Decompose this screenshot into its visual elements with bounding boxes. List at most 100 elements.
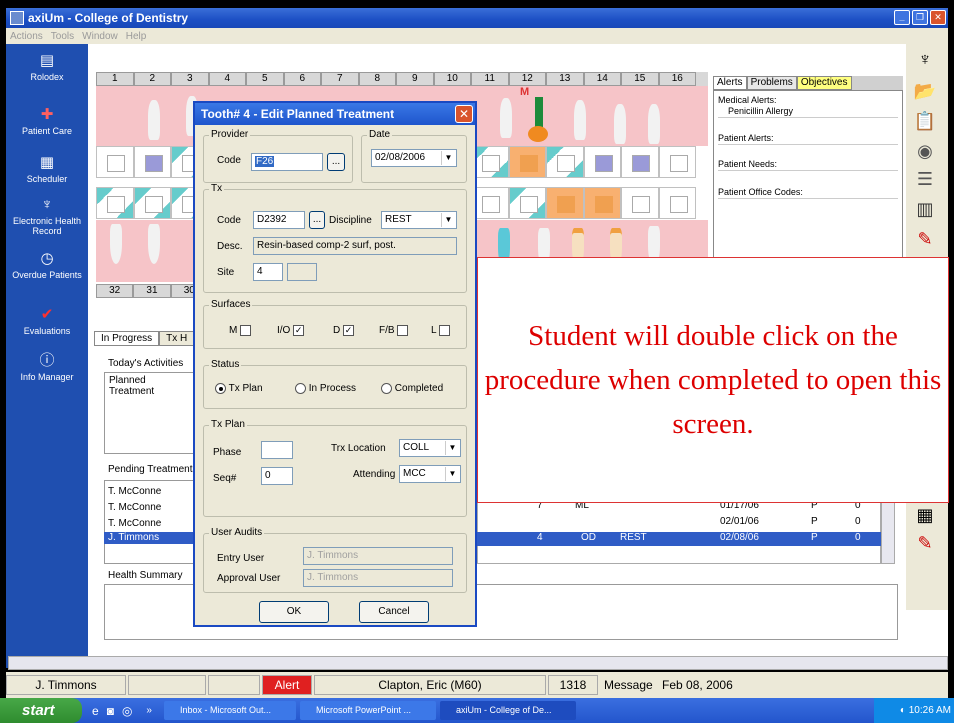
tooth-surface[interactable] xyxy=(658,187,696,219)
surface-io-checkbox[interactable]: I/O ✓ xyxy=(277,325,305,336)
tab-tx-history[interactable]: Tx H xyxy=(159,331,195,346)
tooth-number[interactable]: 2 xyxy=(133,72,171,86)
disc-icon[interactable]: ◉ xyxy=(910,138,940,164)
tooth-number[interactable]: 3 xyxy=(171,72,209,86)
task-outlook[interactable]: Inbox - Microsoft Out... xyxy=(163,701,296,720)
provider-lookup-button[interactable]: ... xyxy=(327,153,345,171)
tooth-image[interactable] xyxy=(614,104,626,144)
tab-problems[interactable]: Problems xyxy=(746,76,797,90)
tooth-number[interactable]: 15 xyxy=(621,72,659,86)
tooth-surface[interactable] xyxy=(96,146,134,178)
add-note-icon[interactable]: 📋 xyxy=(910,108,940,134)
tooth-number[interactable]: 8 xyxy=(358,72,396,86)
pending-row[interactable]: T. McConne xyxy=(108,518,198,530)
xray-icon[interactable]: ▥ xyxy=(910,196,940,222)
restore-button[interactable]: ❐ xyxy=(912,10,928,25)
nav-rolodex[interactable]: ▤ Rolodex xyxy=(6,52,88,82)
nav-patient-care[interactable]: ✚ Patient Care xyxy=(6,106,88,136)
tooth-number[interactable]: 5 xyxy=(246,72,284,86)
quick-launch-browser-icon[interactable]: ◎ xyxy=(122,704,132,718)
tooth-number[interactable]: 13 xyxy=(546,72,584,86)
close-window-button[interactable]: ✕ xyxy=(930,10,946,25)
tooth-image[interactable] xyxy=(110,224,122,264)
tx-lookup-button[interactable]: ... xyxy=(309,211,325,229)
mouth-icon[interactable]: ☰ xyxy=(910,166,940,192)
calendar-icon[interactable]: ▼ xyxy=(441,151,455,165)
tooth-number[interactable]: 32 xyxy=(96,284,134,298)
tooth-number[interactable]: 7 xyxy=(321,72,359,86)
nav-overdue-patients[interactable]: ◷ Overdue Patients xyxy=(6,250,88,280)
tooth-surface[interactable] xyxy=(658,146,696,178)
tooth-number[interactable]: 11 xyxy=(471,72,509,86)
tooth-number[interactable]: 6 xyxy=(283,72,321,86)
surface-m-checkbox[interactable]: M xyxy=(229,325,252,336)
tooth-surface[interactable] xyxy=(546,187,584,219)
add-folder-icon[interactable]: 📂 xyxy=(910,78,940,104)
tooth-number[interactable]: 4 xyxy=(208,72,246,86)
tooth-surface[interactable] xyxy=(583,187,621,219)
surface-fb-checkbox[interactable]: F/B xyxy=(379,325,409,336)
calculator-icon[interactable]: ▦ xyxy=(910,502,940,528)
tooth-number[interactable]: 14 xyxy=(583,72,621,86)
tooth-surface[interactable] xyxy=(96,187,134,219)
provider-code-input[interactable]: F26 xyxy=(251,153,323,171)
dialog-close-button[interactable]: ✕ xyxy=(455,105,473,123)
nav-evaluations[interactable]: ✔ Evaluations xyxy=(6,306,88,336)
tab-objectives[interactable]: Objectives xyxy=(796,76,852,90)
grid-row-selected[interactable]: 4 OD REST 02/08/06 P 0 xyxy=(477,532,881,546)
tooth-surface[interactable] xyxy=(583,146,621,178)
tooth-surface[interactable] xyxy=(133,187,171,219)
tooth-tool-icon[interactable]: ♆ xyxy=(910,46,940,72)
pending-row[interactable]: T. McConne xyxy=(108,486,198,498)
ok-button[interactable]: OK xyxy=(259,601,329,623)
tooth-image[interactable] xyxy=(148,100,160,140)
tooth-number[interactable]: 10 xyxy=(433,72,471,86)
tooth-number[interactable]: 9 xyxy=(396,72,434,86)
grid-scrollbar[interactable] xyxy=(881,500,895,564)
horizontal-scrollbar[interactable] xyxy=(8,656,948,670)
trx-location-select[interactable]: COLL ▼ xyxy=(399,439,461,457)
date-input[interactable]: 02/08/2006 ▼ xyxy=(371,149,457,167)
todays-activities-list[interactable]: Planned Treatment xyxy=(104,372,194,454)
nav-scheduler[interactable]: ▦ Scheduler xyxy=(6,154,88,184)
cancel-button[interactable]: Cancel xyxy=(359,601,429,623)
task-axium[interactable]: axiUm - College of De... xyxy=(439,701,576,720)
menu-window[interactable]: Window xyxy=(82,31,118,42)
tooth-surface[interactable] xyxy=(133,146,171,178)
syringe-icon[interactable]: ✎ xyxy=(910,530,940,556)
tab-alerts[interactable]: Alerts xyxy=(713,76,747,90)
status-alert-badge[interactable]: Alert xyxy=(262,675,312,695)
grid-row[interactable]: 02/01/06 P 0 xyxy=(477,516,881,530)
surface-l-checkbox[interactable]: L xyxy=(431,325,450,336)
task-powerpoint[interactable]: Microsoft PowerPoint ... xyxy=(299,701,436,720)
nav-info-manager[interactable]: ⓘ Info Manager xyxy=(6,352,88,382)
tx-code-input[interactable]: D2392 xyxy=(253,211,305,229)
status-in-process-radio[interactable]: In Process xyxy=(295,383,356,394)
tooth-number[interactable]: 31 xyxy=(133,284,171,298)
tooth-surface[interactable] xyxy=(508,187,546,219)
surface-d-checkbox[interactable]: D ✓ xyxy=(333,325,355,336)
pending-row-selected[interactable]: J. Timmons xyxy=(104,532,194,544)
tooth-image[interactable] xyxy=(648,104,660,144)
pending-row[interactable]: T. McConne xyxy=(108,502,198,514)
menu-actions[interactable]: Actions xyxy=(10,31,43,42)
site-input[interactable]: 4 xyxy=(253,263,283,281)
tray-network-icon[interactable]: ◐ xyxy=(900,705,906,716)
tooth-surface[interactable] xyxy=(621,146,659,178)
seq-input[interactable]: 0 xyxy=(261,467,293,485)
quick-launch-ie-icon[interactable]: e xyxy=(92,704,99,718)
minimize-button[interactable]: _ xyxy=(894,10,910,25)
menu-help[interactable]: Help xyxy=(126,31,147,42)
tooth-number[interactable]: 12 xyxy=(508,72,546,86)
status-tx-plan-radio[interactable]: Tx Plan xyxy=(215,383,263,394)
attending-select[interactable]: MCC ▼ xyxy=(399,465,461,483)
tooth-surface[interactable] xyxy=(621,187,659,219)
menu-tools[interactable]: Tools xyxy=(51,31,74,42)
phase-input[interactable] xyxy=(261,441,293,459)
tooth-number[interactable]: 16 xyxy=(658,72,696,86)
tooth-surface[interactable] xyxy=(546,146,584,178)
start-button[interactable]: start xyxy=(0,698,82,723)
tab-in-progress[interactable]: In Progress xyxy=(94,331,160,346)
planned-treatment-item[interactable]: Planned Treatment xyxy=(105,373,193,399)
discipline-select[interactable]: REST ▼ xyxy=(381,211,457,229)
